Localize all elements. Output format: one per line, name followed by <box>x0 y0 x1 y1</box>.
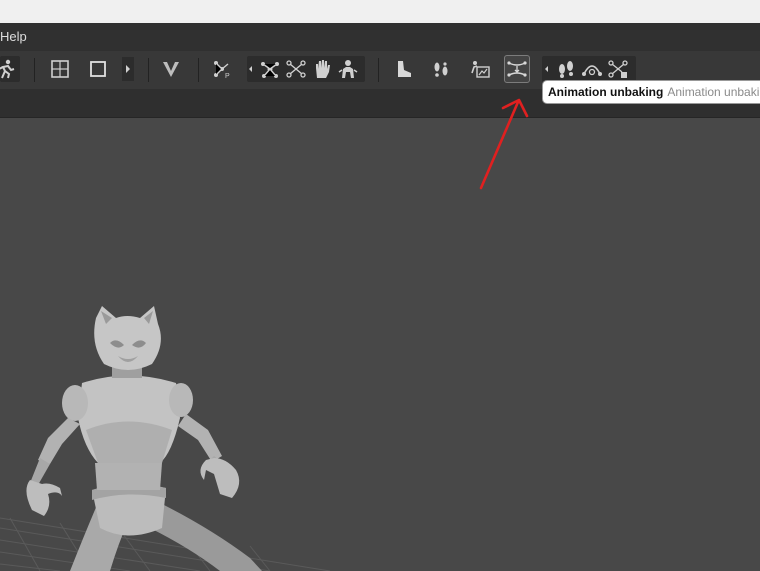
chevron-left-icon[interactable] <box>249 66 252 72</box>
node-lock-icon[interactable] <box>606 56 630 82</box>
toolbar-separator <box>148 58 149 82</box>
node-p-icon[interactable]: P <box>210 56 234 82</box>
frame-select-icon[interactable] <box>48 56 72 82</box>
square-select-icon[interactable] <box>86 56 110 82</box>
image-figure-icon[interactable] <box>468 56 492 82</box>
character-model <box>26 306 262 571</box>
tooltip-title: Animation unbaking <box>548 85 664 99</box>
tooltip-description: Animation unbaking <box>667 85 760 99</box>
expand-button[interactable] <box>122 57 134 81</box>
tooltip: Animation unbakingAnimation unbaking <box>542 80 760 104</box>
chevron-right-icon <box>126 65 130 73</box>
svg-text:P: P <box>225 73 230 80</box>
node-link-icon[interactable] <box>258 56 282 82</box>
node-cross-icon[interactable] <box>284 56 308 82</box>
animation-unbaking-button[interactable] <box>504 55 530 83</box>
animation-unbaking-icon <box>507 61 527 77</box>
footprints-icon[interactable] <box>554 56 578 82</box>
arc-icon[interactable] <box>580 56 604 82</box>
viewport-scene <box>0 306 331 571</box>
foot-icon[interactable] <box>391 56 415 82</box>
hand-icon[interactable] <box>310 56 334 82</box>
toolbar-separator <box>378 58 379 82</box>
3d-viewport[interactable] <box>0 118 760 571</box>
toolbar-separator <box>198 58 199 82</box>
menu-help[interactable]: Help <box>0 29 27 44</box>
run-figure-icon[interactable] <box>0 56 18 82</box>
chevron-left-icon[interactable] <box>545 66 548 72</box>
toolbar-separator <box>34 58 35 82</box>
menu-bar: Help <box>0 23 760 52</box>
v-shape-icon[interactable] <box>159 56 183 82</box>
character-icon[interactable] <box>336 56 360 82</box>
footsteps-icon[interactable] <box>429 56 453 82</box>
